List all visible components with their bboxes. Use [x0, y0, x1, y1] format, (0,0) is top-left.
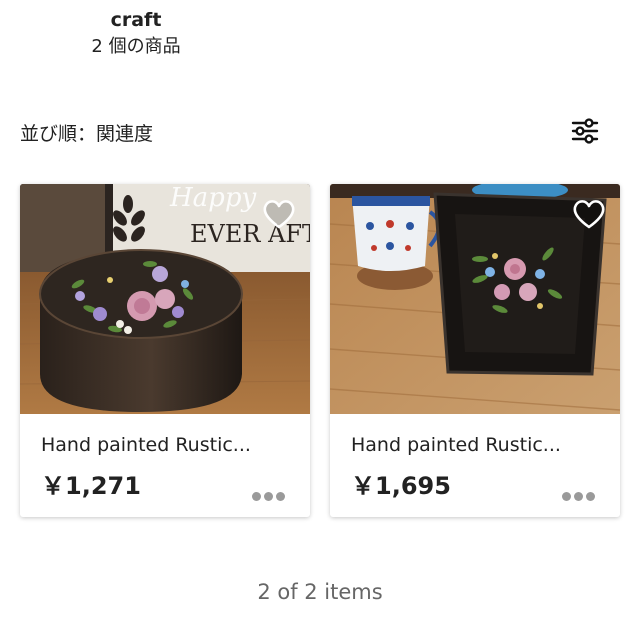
pagination-status: 2 of 2 items — [257, 580, 383, 604]
product-photo[interactable] — [330, 184, 620, 414]
sort-bar: 並び順：関連度 — [20, 116, 620, 148]
product-card[interactable]: Happy EVER AFTER — [20, 184, 310, 517]
result-count: 2 個の商品 — [91, 36, 181, 57]
more-horizontal-icon — [264, 492, 273, 501]
more-horizontal-icon — [586, 492, 595, 501]
product-card[interactable]: Hand painted Rustic... ￥1,695 — [330, 184, 620, 517]
sliders-icon — [571, 118, 599, 144]
heart-outline-icon — [573, 200, 605, 229]
heart-outline-icon — [263, 200, 295, 229]
more-options-button[interactable] — [562, 486, 600, 501]
more-horizontal-icon — [562, 492, 571, 501]
filter-button[interactable] — [570, 116, 600, 146]
more-options-button[interactable] — [252, 486, 290, 501]
product-grid: Happy EVER AFTER — [20, 184, 620, 520]
product-photo[interactable]: Happy EVER AFTER — [20, 184, 310, 414]
product-price: ￥1,271 — [41, 472, 141, 500]
more-horizontal-icon — [574, 492, 583, 501]
search-header: craft 2 個の商品 — [0, 8, 272, 60]
more-horizontal-icon — [252, 492, 261, 501]
product-price: ￥1,695 — [351, 472, 451, 500]
favorite-button[interactable] — [262, 198, 296, 230]
photo-sign-script: Happy — [169, 184, 256, 213]
search-title: craft — [110, 9, 162, 31]
more-horizontal-icon — [276, 492, 285, 501]
sort-dropdown[interactable]: 並び順：関連度 — [20, 119, 153, 146]
product-name[interactable]: Hand painted Rustic... — [41, 434, 291, 456]
product-name[interactable]: Hand painted Rustic... — [351, 434, 601, 456]
favorite-button[interactable] — [572, 198, 606, 230]
